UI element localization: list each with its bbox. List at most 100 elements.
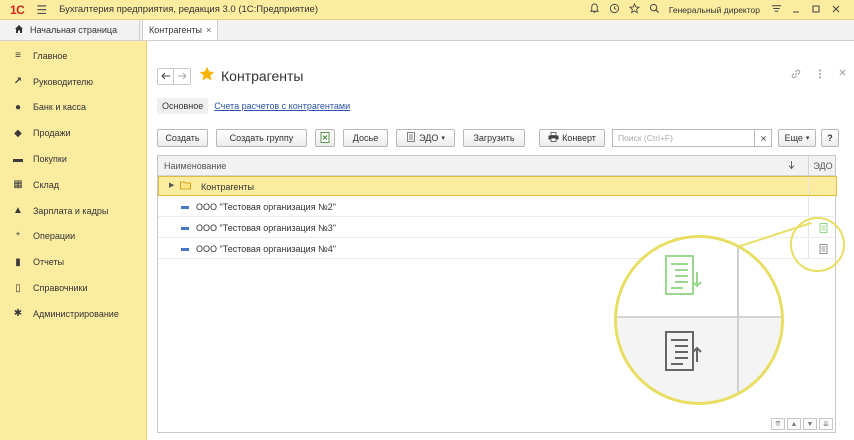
- sort-down-icon[interactable]: [788, 160, 795, 172]
- sidebar-item-label: Склад: [33, 179, 60, 190]
- tab-main[interactable]: Основное: [157, 98, 209, 114]
- form-close-icon[interactable]: [838, 68, 847, 83]
- main-menu-icon[interactable]: ☰: [36, 3, 47, 17]
- sidebar-item-salary[interactable]: ▲ Зарплата и кадры: [0, 198, 146, 224]
- zoom-edo-gray-icon: [665, 331, 702, 371]
- sidebar-item-director[interactable]: ↗ Руководителю: [0, 69, 146, 95]
- settings-icon[interactable]: [766, 3, 786, 17]
- row-name: ООО "Тестовая организация №4": [196, 244, 336, 254]
- folder-icon: [180, 180, 191, 193]
- chevron-down-icon: ▾: [805, 135, 810, 142]
- zoom-column-divider: [737, 238, 739, 402]
- scroll-first-icon[interactable]: ⇈: [771, 418, 785, 430]
- create-group-button-label: Создать группу: [229, 133, 294, 143]
- current-user[interactable]: Генеральный директор: [669, 5, 760, 15]
- row-name: ООО "Тестовая организация №2": [196, 202, 336, 212]
- expand-arrow-icon[interactable]: ▶: [169, 181, 174, 189]
- link-settlement-accounts[interactable]: Счета расчетов с контрагентами: [214, 101, 350, 111]
- tab-kontragenty-label: Контрагенты: [149, 25, 203, 35]
- scroll-last-icon[interactable]: ⇊: [819, 418, 833, 430]
- sidebar-item-label: Отчеты: [33, 257, 65, 268]
- excel-icon: [320, 131, 330, 145]
- create-button[interactable]: Создать: [157, 129, 208, 147]
- sidebar-item-bank[interactable]: ● Банк и касса: [0, 95, 146, 121]
- sidebar-item-label: Зарплата и кадры: [33, 205, 109, 216]
- tab-home-label: Начальная страница: [30, 25, 118, 35]
- minimize-icon[interactable]: [786, 4, 806, 17]
- edo-button[interactable]: ЭДО ▾: [396, 129, 455, 147]
- close-icon[interactable]: [826, 4, 846, 17]
- history-icon[interactable]: [605, 3, 625, 17]
- back-button[interactable]: [157, 67, 174, 85]
- search-icon[interactable]: [645, 3, 665, 17]
- link-icon[interactable]: [790, 68, 802, 83]
- scroll-up-icon[interactable]: ▲: [787, 418, 801, 430]
- command-bar: Создать Создать группу Досье ЭДО ▾ Загру…: [157, 129, 839, 149]
- dossier-button[interactable]: Досье: [343, 129, 388, 147]
- form-header: Контрагенты: [157, 65, 847, 87]
- sidebar-item-purchases[interactable]: ▬ Покупки: [0, 146, 146, 172]
- more-button-label: Еще: [784, 133, 803, 143]
- form-sections: Основное Счета расчетов с контрагентами: [157, 97, 350, 115]
- table-row[interactable]: ▶ Контрагенты: [158, 176, 837, 196]
- edo-button-label: ЭДО: [419, 133, 439, 143]
- table-row[interactable]: ООО "Тестовая организация №2": [158, 197, 837, 217]
- warehouse-icon: ▦: [13, 179, 23, 191]
- create-group-button[interactable]: Создать группу: [216, 129, 307, 147]
- search-input[interactable]: Поиск (Ctrl+F): [612, 129, 755, 147]
- sidebar-item-main[interactable]: ≡ Главное: [0, 43, 146, 69]
- row-edo-cell: [808, 197, 837, 216]
- magnifier-zoom: [614, 235, 784, 405]
- zoom-edo-green-icon: [665, 255, 702, 295]
- sidebar-item-admin[interactable]: ✱ Администрирование: [0, 301, 146, 327]
- more-button[interactable]: Еще ▾: [778, 129, 816, 147]
- bar-chart-icon: ▮: [15, 256, 21, 268]
- chevron-down-icon: ▾: [441, 135, 445, 142]
- item-marker-icon: [181, 206, 189, 209]
- sidebar-item-label: Руководителю: [33, 76, 94, 87]
- load-button[interactable]: Загрузить: [463, 129, 525, 147]
- envelope-button[interactable]: Конверт: [539, 129, 605, 147]
- sidebar-item-warehouse[interactable]: ▦ Склад: [0, 172, 146, 198]
- printer-icon: [548, 132, 559, 144]
- gear-icon: ✱: [13, 308, 23, 320]
- sidebar-item-label: Администрирование: [33, 308, 119, 319]
- more-actions-icon[interactable]: [818, 68, 822, 83]
- row-edo-cell: [809, 177, 838, 195]
- table-row[interactable]: ООО "Тестовая организация №3": [158, 218, 837, 238]
- excel-export-button[interactable]: [315, 129, 335, 147]
- column-header-name[interactable]: Наименование: [164, 161, 226, 171]
- debit-credit-icon: ⁺: [15, 230, 21, 242]
- favorite-star-icon[interactable]: [199, 66, 215, 87]
- sidebar-item-reports[interactable]: ▮ Отчеты: [0, 249, 146, 275]
- tab-kontragenty[interactable]: Контрагенты ×: [142, 20, 219, 40]
- search-clear-button[interactable]: [755, 129, 772, 147]
- sidebar-item-label: Продажи: [33, 128, 71, 139]
- page-title: Контрагенты: [221, 68, 304, 84]
- form-header-actions: [790, 68, 847, 83]
- home-icon: [14, 24, 24, 37]
- sections-panel: ≡ Главное ↗ Руководителю ● Банк и касса …: [0, 41, 147, 440]
- bell-icon[interactable]: [585, 3, 605, 17]
- tab-close-icon[interactable]: ×: [206, 25, 211, 35]
- sidebar-item-sales[interactable]: ◆ Продажи: [0, 120, 146, 146]
- title-bar: 1С ☰ Бухгалтерия предприятия, редакция 3…: [0, 0, 854, 20]
- dossier-button-label: Досье: [352, 133, 379, 143]
- menu-lines-icon: ≡: [15, 50, 21, 62]
- forward-button[interactable]: [174, 67, 191, 85]
- help-button[interactable]: ?: [821, 129, 839, 147]
- person-icon: ▲: [13, 205, 23, 217]
- tab-home[interactable]: Начальная страница: [0, 20, 140, 40]
- row-name: Контрагенты: [201, 182, 255, 192]
- star-icon[interactable]: [625, 2, 645, 17]
- sidebar-item-label: Главное: [33, 50, 68, 61]
- edo-icon: [406, 132, 416, 144]
- maximize-icon[interactable]: [806, 4, 826, 17]
- load-button-label: Загрузить: [473, 133, 515, 143]
- help-button-label: ?: [827, 133, 833, 143]
- sidebar-item-directories[interactable]: ▯ Справочники: [0, 275, 146, 301]
- table-header: Наименование ЭДО: [158, 156, 835, 176]
- column-header-edo[interactable]: ЭДО: [808, 156, 837, 176]
- scroll-down-icon[interactable]: ▼: [803, 418, 817, 430]
- sidebar-item-operations[interactable]: ⁺ Операции: [0, 224, 146, 250]
